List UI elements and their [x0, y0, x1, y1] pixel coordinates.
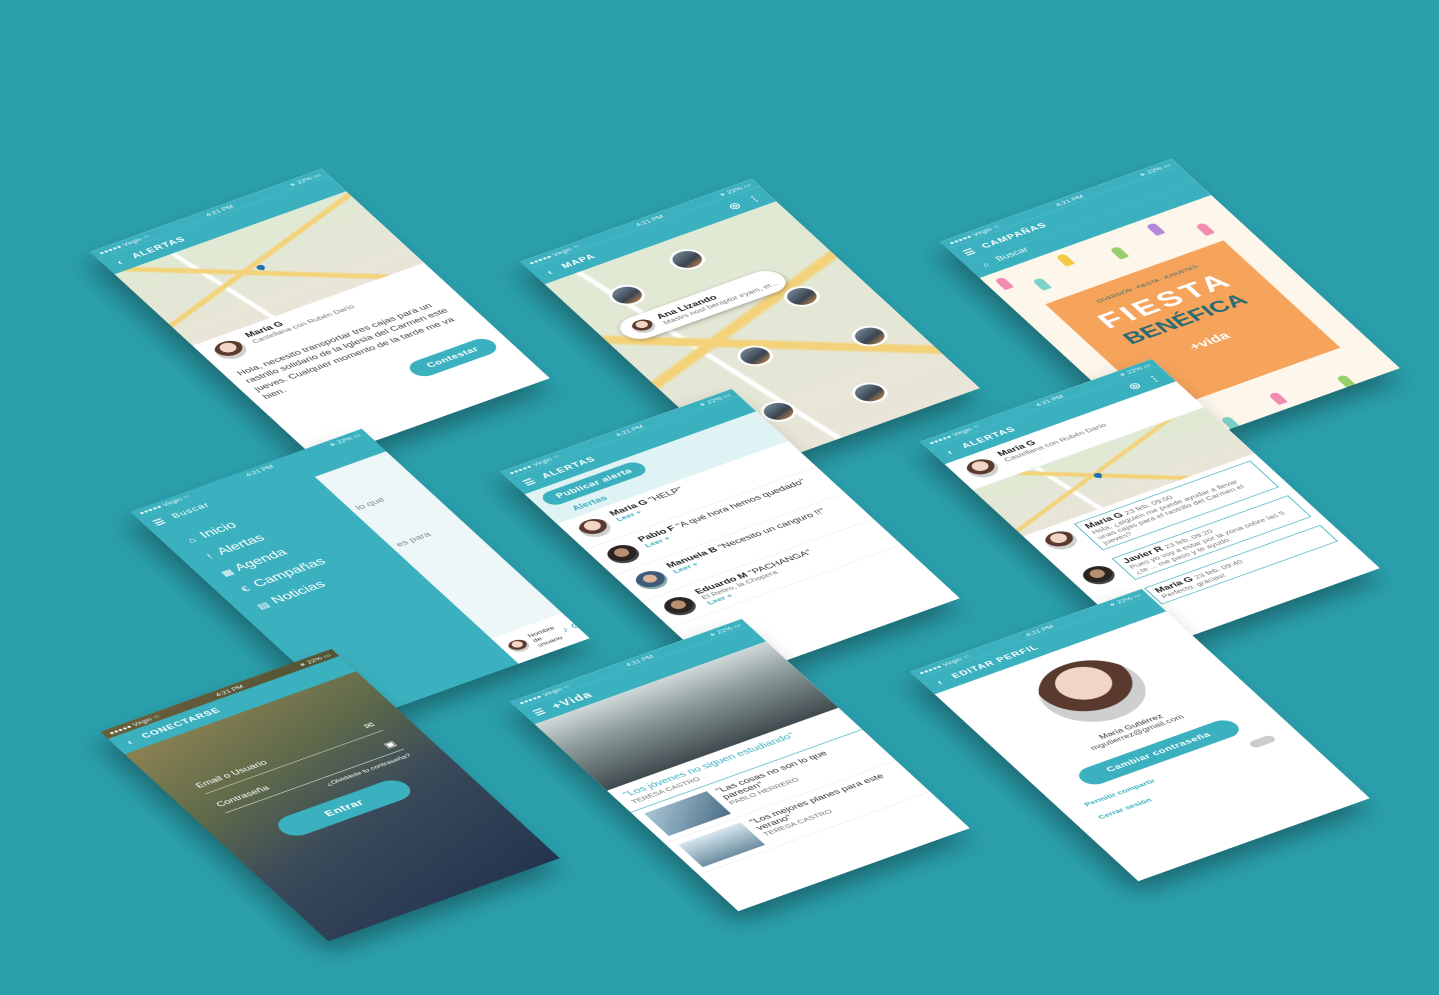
back-icon[interactable]: ‹: [930, 676, 950, 688]
map-photo-marker[interactable]: [730, 341, 780, 370]
menu-icon[interactable]: ☰: [960, 246, 980, 258]
avatar: [627, 566, 677, 595]
popsicle-decoration: [1109, 246, 1130, 260]
avatar: [1074, 561, 1124, 590]
search-icon: ⌕: [979, 259, 993, 270]
avatar: [958, 454, 1008, 483]
avatar: [570, 513, 620, 543]
alert-icon: !: [204, 552, 216, 561]
popsicle-decoration: [1195, 222, 1216, 236]
background-text: lo que: [353, 495, 388, 512]
map-photo-marker[interactable]: [602, 281, 652, 310]
popsicle-decoration: [1335, 374, 1356, 388]
location-pin-icon: [1092, 472, 1103, 479]
lock-icon: ▣: [381, 738, 399, 750]
euro-icon: €: [238, 584, 253, 594]
avatar: [655, 592, 705, 621]
screen-alert-detail: ●●●●● Virgin ☜ 4:21 PM ∗ 22% ▭ ‹ ALERTAS…: [90, 168, 550, 462]
back-icon[interactable]: ‹: [120, 736, 140, 748]
more-icon[interactable]: ⋮: [1144, 373, 1164, 385]
popsicle-decoration: [1267, 391, 1288, 406]
menu-icon[interactable]: ☰: [150, 516, 170, 528]
popsicle-decoration: [1031, 277, 1053, 291]
menu-icon[interactable]: ☰: [520, 476, 540, 488]
menu-icon[interactable]: ☰: [530, 706, 550, 718]
popsicle-decoration: [1055, 253, 1076, 267]
news-icon: ▤: [254, 600, 273, 611]
mockup-stage: ●●●●● Virgin ☜ 4:21 PM ∗ 22% ▭ ‹ ALERTAS…: [0, 0, 1439, 995]
back-icon[interactable]: ‹: [110, 256, 130, 268]
location-target-icon[interactable]: ◎: [1125, 380, 1145, 392]
map-photo-marker[interactable]: [662, 245, 712, 274]
location-target-icon[interactable]: ◎: [725, 200, 745, 212]
card-name: Ana Lizando: [654, 293, 720, 321]
avatar: [598, 539, 648, 569]
location-pin-icon: [255, 264, 266, 271]
mail-icon: ✉: [361, 720, 378, 731]
avatar: [1036, 526, 1086, 555]
map-user-card[interactable]: Ana Lizando Mastrs nost beraptor iryam, …: [612, 266, 794, 344]
popsicle-decoration: [994, 276, 1015, 291]
screen-login: ●●●●● Virgin ☜ 4:21 PM ∗ 22% ▭ ‹ CONECTA…: [100, 648, 560, 942]
home-icon: ⌂: [184, 535, 200, 545]
more-icon[interactable]: ⋮: [744, 193, 764, 205]
back-icon[interactable]: ‹: [940, 446, 960, 458]
avatar: [624, 315, 663, 337]
gear-icon[interactable]: ⚙: [567, 620, 584, 631]
popsicle-decoration: [1145, 222, 1166, 236]
screen-edit-profile: ●●●●● Virgin ☜ 4:21 PM ∗ 22% ▭ ‹ EDITAR …: [910, 588, 1370, 882]
back-icon[interactable]: ‹: [540, 266, 560, 278]
map-photo-marker[interactable]: [845, 378, 895, 407]
calendar-icon: ▦: [218, 567, 237, 579]
screen-news: ●●●●● Virgin ☜ 4:21 PM ∗ 22% ▭ ☰ +Vida "…: [510, 618, 970, 912]
background-text: es para: [393, 530, 434, 549]
map-photo-marker[interactable]: [845, 321, 895, 351]
card-sub: Mastrs nost beraptor iryam, et...: [661, 280, 780, 326]
menu-item-label: Inicio: [197, 519, 240, 541]
avatar: [205, 335, 256, 365]
